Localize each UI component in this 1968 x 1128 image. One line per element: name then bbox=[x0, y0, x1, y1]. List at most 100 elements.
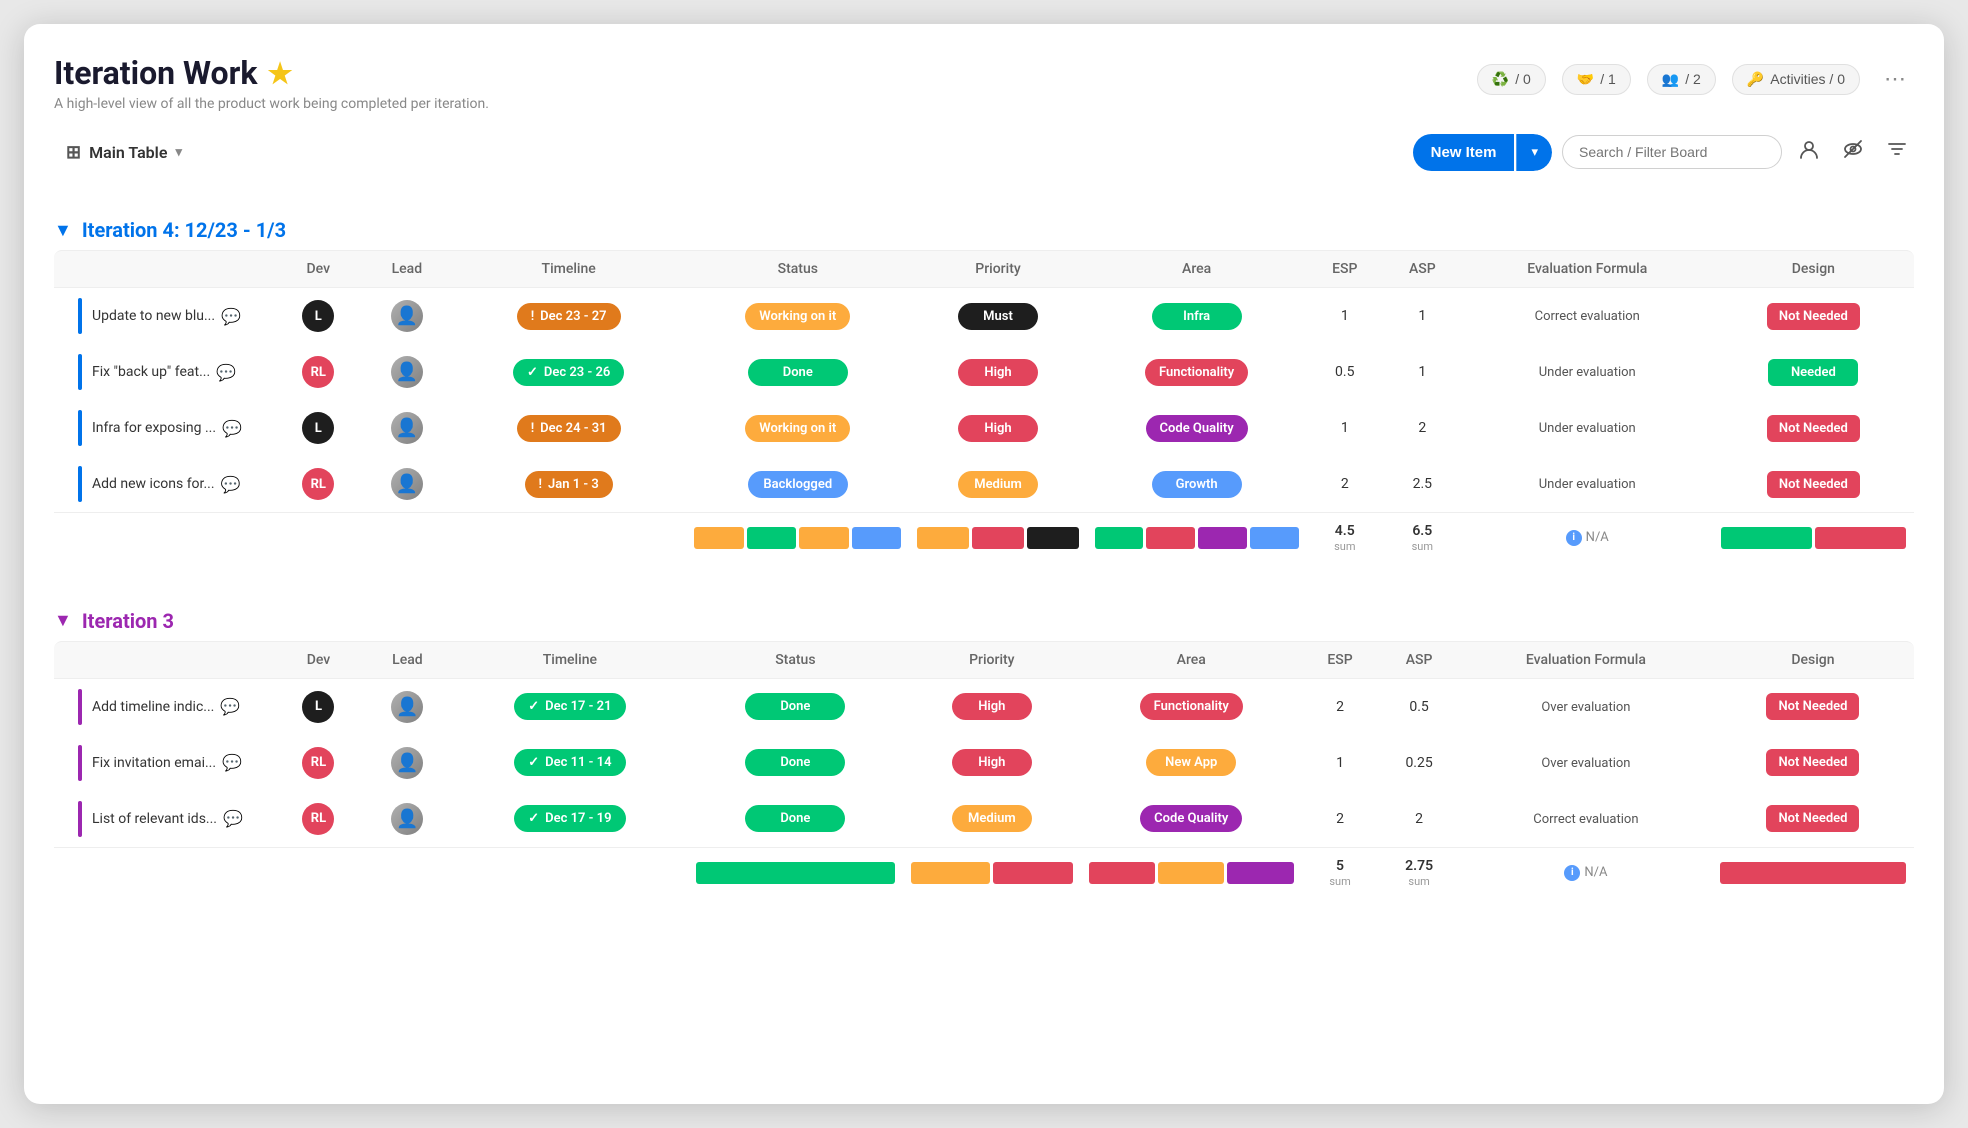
design-cell[interactable]: Not Needed bbox=[1713, 288, 1914, 344]
dev-avatar[interactable]: RL bbox=[302, 356, 334, 388]
group-collapse-icon-iteration4[interactable]: ▼ bbox=[54, 220, 72, 241]
stat-btn-0[interactable]: ♻️ / 0 bbox=[1477, 64, 1546, 95]
star-icon[interactable]: ★ bbox=[267, 57, 292, 90]
area-cell[interactable]: Functionality bbox=[1087, 344, 1307, 400]
header-actions: ♻️ / 0 🤝 / 1 👥 / 2 🔑 Activities / 0 ⋯ bbox=[1477, 54, 1914, 96]
search-input[interactable] bbox=[1562, 135, 1782, 169]
row-name-text: Fix invitation emai... bbox=[92, 755, 216, 771]
table-selector[interactable]: ⊞ Main Table ▾ bbox=[54, 134, 194, 171]
new-item-button[interactable]: New Item bbox=[1413, 134, 1515, 171]
lead-avatar[interactable] bbox=[391, 468, 423, 500]
eye-slash-icon-button[interactable] bbox=[1836, 132, 1870, 172]
area-cell[interactable]: Code Quality bbox=[1087, 400, 1307, 456]
priority-cell[interactable]: High bbox=[909, 400, 1086, 456]
timeline-cell[interactable]: ✓ Dec 17 - 21 bbox=[452, 679, 688, 735]
timeline-cell[interactable]: ✓ Dec 11 - 14 bbox=[452, 735, 688, 791]
status-cell[interactable]: Backlogged bbox=[686, 456, 909, 512]
col-header-3-iteration3: Status bbox=[688, 641, 903, 679]
design-cell[interactable]: Not Needed bbox=[1712, 679, 1914, 735]
comment-icon[interactable]: 💬 bbox=[221, 475, 241, 494]
asp-cell: 0.5 bbox=[1378, 679, 1460, 735]
lead-cell bbox=[363, 679, 452, 735]
lead-avatar[interactable] bbox=[391, 412, 423, 444]
priority-badge: High bbox=[952, 693, 1032, 720]
comment-icon[interactable]: 💬 bbox=[220, 697, 240, 716]
comment-icon[interactable]: 💬 bbox=[222, 753, 242, 772]
priority-cell[interactable]: Medium bbox=[909, 456, 1086, 512]
status-badge: Working on it bbox=[745, 415, 850, 442]
table-name: Main Table bbox=[89, 143, 167, 162]
status-cell[interactable]: Working on it bbox=[686, 400, 909, 456]
status-cell[interactable]: Done bbox=[688, 679, 903, 735]
status-cell[interactable]: Done bbox=[688, 791, 903, 847]
group-title-iteration3[interactable]: Iteration 3 bbox=[82, 609, 174, 633]
area-cell[interactable]: Code Quality bbox=[1081, 791, 1302, 847]
timeline-cell[interactable]: ✓ Dec 17 - 19 bbox=[452, 791, 688, 847]
dev-avatar[interactable]: L bbox=[302, 691, 334, 723]
col-header-9-iteration4: Design bbox=[1713, 250, 1914, 288]
dev-avatar[interactable]: RL bbox=[302, 468, 334, 500]
lead-avatar[interactable] bbox=[391, 691, 423, 723]
timeline-icon: ✓ bbox=[528, 755, 539, 770]
comment-icon[interactable]: 💬 bbox=[221, 307, 241, 326]
lead-avatar[interactable] bbox=[391, 747, 423, 779]
new-item-dropdown-button[interactable]: ▾ bbox=[1516, 134, 1552, 171]
stat-btn-3[interactable]: 🔑 Activities / 0 bbox=[1732, 64, 1860, 95]
lead-avatar[interactable] bbox=[391, 300, 423, 332]
comment-icon[interactable]: 💬 bbox=[216, 363, 236, 382]
comment-icon[interactable]: 💬 bbox=[222, 419, 242, 438]
area-cell[interactable]: New App bbox=[1081, 735, 1302, 791]
design-cell[interactable]: Not Needed bbox=[1712, 791, 1914, 847]
lead-avatar[interactable] bbox=[391, 803, 423, 835]
design-cell[interactable]: Not Needed bbox=[1713, 456, 1914, 512]
filter-icon-button[interactable] bbox=[1880, 132, 1914, 172]
stat-btn-1[interactable]: 🤝 / 1 bbox=[1562, 64, 1631, 95]
lead-avatar[interactable] bbox=[391, 356, 423, 388]
priority-cell[interactable]: Medium bbox=[903, 791, 1081, 847]
dev-cell: L bbox=[274, 288, 363, 344]
priority-badge: High bbox=[952, 749, 1032, 776]
area-cell[interactable]: Growth bbox=[1087, 456, 1307, 512]
row-name-text: Add timeline indic... bbox=[92, 699, 214, 715]
priority-cell[interactable]: High bbox=[909, 344, 1086, 400]
group-title-iteration4[interactable]: Iteration 4: 12/23 - 1/3 bbox=[82, 218, 286, 242]
design-cell[interactable]: Needed bbox=[1713, 344, 1914, 400]
dev-avatar[interactable]: RL bbox=[302, 747, 334, 779]
status-cell[interactable]: Working on it bbox=[686, 288, 909, 344]
priority-cell[interactable]: High bbox=[903, 735, 1081, 791]
stat-2-value: / 2 bbox=[1685, 71, 1701, 87]
dev-avatar[interactable]: L bbox=[302, 412, 334, 444]
area-cell[interactable]: Infra bbox=[1087, 288, 1307, 344]
design-cell[interactable]: Not Needed bbox=[1713, 400, 1914, 456]
more-options-button[interactable]: ⋯ bbox=[1876, 62, 1914, 96]
col-header-5-iteration4: Area bbox=[1087, 250, 1307, 288]
status-cell[interactable]: Done bbox=[686, 344, 909, 400]
area-cell[interactable]: Functionality bbox=[1081, 679, 1302, 735]
col-header-8-iteration3: Evaluation Formula bbox=[1460, 641, 1712, 679]
timeline-cell[interactable]: ! Jan 1 - 3 bbox=[451, 456, 686, 512]
stat-1-value: / 1 bbox=[1600, 71, 1616, 87]
row-name-text: Update to new blu... bbox=[92, 308, 215, 324]
row-name-text: Infra for exposing ... bbox=[92, 420, 216, 436]
area-badge: Code Quality bbox=[1146, 415, 1248, 442]
timeline-icon: ! bbox=[531, 309, 534, 324]
summary-row: 5sum2.75sumi N/A bbox=[54, 847, 1914, 898]
stat-btn-2[interactable]: 👥 / 2 bbox=[1647, 64, 1716, 95]
timeline-cell[interactable]: ✓ Dec 23 - 26 bbox=[451, 344, 686, 400]
user-icon-button[interactable] bbox=[1792, 132, 1826, 172]
priority-cell[interactable]: Must bbox=[909, 288, 1086, 344]
priority-cell[interactable]: High bbox=[903, 679, 1081, 735]
col-header-2-iteration3: Timeline bbox=[452, 641, 688, 679]
status-cell[interactable]: Done bbox=[688, 735, 903, 791]
timeline-badge: ! Dec 24 - 31 bbox=[517, 415, 621, 442]
dev-avatar[interactable]: RL bbox=[302, 803, 334, 835]
timeline-cell[interactable]: ! Dec 23 - 27 bbox=[451, 288, 686, 344]
comment-icon[interactable]: 💬 bbox=[223, 809, 243, 828]
dev-avatar[interactable]: L bbox=[302, 300, 334, 332]
timeline-cell[interactable]: ! Dec 24 - 31 bbox=[451, 400, 686, 456]
table-row: Update to new blu... 💬 L ! Dec 23 - 27Wor… bbox=[54, 288, 1914, 344]
col-header-9-iteration3: Design bbox=[1712, 641, 1914, 679]
design-cell[interactable]: Not Needed bbox=[1712, 735, 1914, 791]
timeline-icon: ✓ bbox=[528, 811, 539, 826]
group-collapse-icon-iteration3[interactable]: ▼ bbox=[54, 610, 72, 631]
